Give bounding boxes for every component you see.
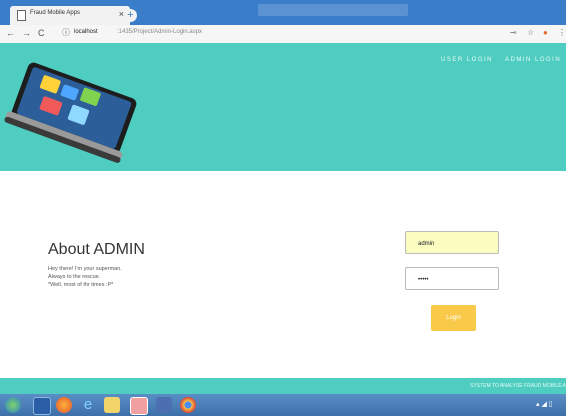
- nav-admin-login[interactable]: ADMIN LOGIN: [505, 57, 561, 63]
- page-icon: [17, 10, 26, 21]
- about-line: Hey there! I'm your superman.: [48, 266, 122, 272]
- address-bar: ← → C ⓘ localhost :1435/Project/Admin-Lo…: [0, 25, 566, 44]
- chrome-icon[interactable]: [180, 397, 196, 413]
- username-input[interactable]: admin: [405, 231, 499, 254]
- windows-start-icon[interactable]: [5, 397, 21, 413]
- tab-title: Fraud Mobile Apps: [30, 10, 81, 16]
- menu-icon[interactable]: ⋮: [558, 28, 566, 37]
- url-host: localhost: [74, 29, 98, 35]
- footer-text: SYSTEM TO ANALYSE FRAUD MOBILE A: [470, 383, 566, 389]
- window-title-area: [258, 4, 408, 16]
- paint-icon[interactable]: [130, 397, 148, 415]
- file-explorer-icon[interactable]: [104, 397, 120, 413]
- login-button[interactable]: Login: [431, 305, 476, 331]
- extension-icon[interactable]: ●: [543, 28, 548, 37]
- about-line: Always to the rescue.: [48, 274, 101, 280]
- star-icon[interactable]: ☆: [527, 28, 534, 37]
- password-input[interactable]: •••••: [405, 267, 499, 290]
- media-player-icon[interactable]: [33, 397, 51, 415]
- reload-icon[interactable]: C: [38, 28, 45, 38]
- info-icon[interactable]: ⓘ: [62, 27, 70, 38]
- about-title: About ADMIN: [48, 241, 145, 258]
- browser-tab[interactable]: Fraud Mobile Apps ×: [10, 6, 130, 25]
- url-path: :1435/Project/Admin-Login.aspx: [117, 29, 203, 35]
- app-icon[interactable]: [156, 397, 172, 413]
- url-input[interactable]: ⓘ localhost :1435/Project/Admin-Login.as…: [62, 27, 492, 40]
- back-arrow-icon[interactable]: ←: [6, 28, 15, 38]
- about-line: *Well, most of thr times :P*: [48, 282, 114, 288]
- about-text: Hey there! I'm your superman. Always to …: [48, 265, 122, 289]
- firefox-icon[interactable]: [56, 397, 72, 413]
- new-tab-button[interactable]: +: [124, 9, 137, 22]
- forward-arrow-icon[interactable]: →: [22, 28, 31, 38]
- internet-explorer-icon[interactable]: e: [80, 397, 96, 413]
- top-nav: USER LOGIN ADMIN LOGIN: [441, 57, 566, 63]
- key-icon[interactable]: ⊸: [510, 28, 517, 37]
- taskbar: e ▴ ◢ ▯: [0, 394, 566, 416]
- smartphone-illustration: [4, 62, 137, 163]
- system-tray-icons[interactable]: ▴ ◢ ▯: [536, 400, 553, 408]
- nav-user-login[interactable]: USER LOGIN: [441, 57, 493, 63]
